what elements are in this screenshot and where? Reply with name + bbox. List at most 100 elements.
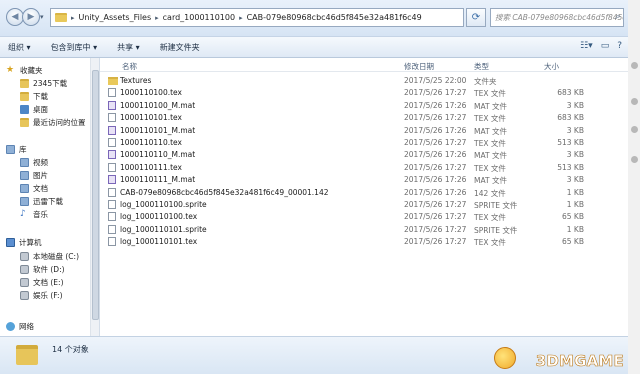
- background-window-edge: [628, 0, 640, 374]
- column-header-date[interactable]: 修改日期: [404, 61, 434, 72]
- nav-network[interactable]: 网络: [6, 320, 34, 332]
- nav-item-drive-e[interactable]: 文档 (E:): [20, 276, 64, 288]
- address-row: ◀ ▶ ▾ ▸ Unity_Assets_Files ▸ card_100011…: [0, 0, 628, 36]
- nav-item-pictures[interactable]: 图片: [20, 169, 48, 181]
- file-row[interactable]: 1000110101_M.mat 2017/5/26 17:26 MAT 文件 3 K…: [100, 124, 628, 137]
- nav-item-thunder-download[interactable]: 迅雷下载: [20, 195, 63, 207]
- nav-item-drive-f[interactable]: 娱乐 (F:): [20, 289, 63, 301]
- nav-scrollbar[interactable]: [90, 58, 99, 336]
- file-row[interactable]: 1000110100_M.mat 2017/5/26 17:26 MAT 文件 3 K…: [100, 99, 628, 112]
- file-row[interactable]: 1000110100.tex 2017/5/26 17:27 TEX 文件 683 K…: [100, 86, 628, 99]
- material-file-icon: [108, 150, 116, 160]
- status-bar: 14 个对象 3DMGAME: [0, 336, 628, 374]
- nav-scrollbar-thumb[interactable]: [92, 70, 99, 320]
- nav-label: 网络: [19, 321, 34, 331]
- nav-item-documents[interactable]: 文档: [20, 182, 48, 194]
- view-options-icon[interactable]: ☷▾: [580, 41, 593, 51]
- help-icon[interactable]: ?: [617, 41, 622, 51]
- command-toolbar: 组织 ▾ 包含到库中 ▾ 共享 ▾ 新建文件夹 ☷▾ ▭ ?: [0, 36, 628, 58]
- breadcrumb-item[interactable]: card_1000110100: [163, 13, 235, 22]
- file-name: log_1000110101.sprite: [120, 224, 207, 234]
- nav-label: 计算机: [19, 237, 42, 247]
- back-arrow-icon: ◀: [11, 12, 19, 22]
- breadcrumb-item[interactable]: Unity_Assets_Files: [79, 13, 152, 22]
- nav-item-drive-c[interactable]: 本地磁盘 (C:): [20, 250, 79, 262]
- breadcrumb[interactable]: ▸ Unity_Assets_Files ▸ card_1000110100 ▸…: [50, 8, 464, 27]
- file-type: SPRITE 文件: [474, 225, 518, 235]
- file-row[interactable]: 1000110111_M.mat 2017/5/26 17:26 MAT 文件 3 K…: [100, 173, 628, 186]
- new-folder-button[interactable]: 新建文件夹: [160, 42, 200, 53]
- picture-library-icon: [20, 170, 29, 180]
- file-type: MAT 文件: [474, 151, 507, 161]
- chevron-right-icon[interactable]: ▸: [155, 14, 159, 22]
- file-name: log_1000110101.tex: [120, 237, 198, 247]
- file-row[interactable]: CAB-079e80968cbc46d5f845e32a481f6c49_000…: [100, 186, 628, 199]
- refresh-button[interactable]: ⟳: [466, 8, 486, 27]
- nav-libraries[interactable]: 库: [6, 143, 27, 155]
- nav-label: 下载: [33, 91, 48, 101]
- chevron-right-icon[interactable]: ▸: [71, 14, 75, 22]
- preview-pane-icon[interactable]: ▭: [601, 41, 610, 51]
- computer-icon: [6, 237, 15, 247]
- nav-item-recent-places[interactable]: 最近访问的位置: [20, 116, 86, 128]
- nav-item-2345-download[interactable]: 2345下载: [20, 77, 67, 89]
- file-size: 65 KB: [562, 237, 584, 247]
- include-in-library-menu[interactable]: 包含到库中 ▾: [51, 42, 98, 53]
- file-name: 1000110111_M.mat: [120, 175, 196, 185]
- history-dropdown-icon[interactable]: ▾: [40, 13, 44, 21]
- forward-button[interactable]: ▶: [22, 8, 40, 26]
- file-type: 142 文件: [474, 188, 506, 198]
- breadcrumb-item[interactable]: CAB-079e80968cbc46d5f845e32a481f6c49: [247, 13, 422, 22]
- file-row[interactable]: 1000110101.tex 2017/5/26 17:27 TEX 文件 683 K…: [100, 111, 628, 124]
- search-input[interactable]: 搜索 CAB-079e80968cbc46d5f845e32a481f6c49 …: [490, 8, 624, 27]
- toolbar-right-icons: ☷▾ ▭ ?: [580, 41, 622, 51]
- nav-favorites[interactable]: ★ 收藏夹: [6, 64, 43, 76]
- file-row[interactable]: log_1000110101.sprite 2017/5/26 17:27 SPRI…: [100, 223, 628, 236]
- file-row[interactable]: 1000110111.tex 2017/5/26 17:27 TEX 文件 513 K…: [100, 161, 628, 174]
- organize-menu[interactable]: 组织 ▾: [8, 42, 31, 53]
- file-type: MAT 文件: [474, 101, 507, 111]
- file-row[interactable]: 1000110110_M.mat 2017/5/26 17:26 MAT 文件 3 K…: [100, 148, 628, 161]
- file-type: MAT 文件: [474, 126, 507, 136]
- nav-item-drive-d[interactable]: 软件 (D:): [20, 263, 65, 275]
- nav-label: 桌面: [33, 104, 48, 114]
- nav-item-desktop[interactable]: 桌面: [20, 103, 48, 115]
- file-row[interactable]: log_1000110100.sprite 2017/5/26 17:27 SPRI…: [100, 198, 628, 211]
- chevron-right-icon[interactable]: ▸: [239, 14, 243, 22]
- recent-places-icon: [20, 117, 29, 127]
- nav-item-music[interactable]: ♪ 音乐: [20, 208, 48, 220]
- file-size: 683 KB: [557, 113, 584, 123]
- library-icon: [6, 144, 15, 154]
- column-header-name[interactable]: 名称: [122, 61, 137, 72]
- file-row[interactable]: Textures 2017/5/25 22:00 文件夹: [100, 74, 628, 87]
- share-menu[interactable]: 共享 ▾: [117, 42, 140, 53]
- file-icon: [108, 113, 116, 123]
- star-icon: ★: [6, 64, 15, 75]
- nav-item-videos[interactable]: 视频: [20, 156, 48, 168]
- column-header-size[interactable]: 大小: [544, 61, 559, 72]
- drive-icon: [20, 277, 29, 287]
- file-type: MAT 文件: [474, 176, 507, 186]
- search-icon[interactable]: ⌕: [615, 12, 620, 22]
- file-size: 3 KB: [566, 150, 584, 160]
- nav-label: 本地磁盘 (C:): [33, 251, 79, 261]
- file-row[interactable]: log_1000110100.tex 2017/5/26 17:27 TEX 文件 6…: [100, 210, 628, 223]
- file-size: 3 KB: [566, 100, 584, 110]
- search-placeholder: 搜索 CAB-079e80968cbc46d5f845e32a481f6c49: [495, 13, 623, 22]
- network-icon: [6, 321, 15, 331]
- file-size: 3 KB: [566, 175, 584, 185]
- column-header-type[interactable]: 类型: [474, 61, 489, 72]
- background-icon: [631, 156, 638, 163]
- file-name: 1000110110_M.mat: [120, 150, 196, 160]
- file-size: 513 KB: [557, 138, 584, 147]
- file-date: 2017/5/26 17:27: [404, 200, 467, 209]
- nav-item-downloads[interactable]: 下载: [20, 90, 48, 102]
- file-type: TEX 文件: [474, 238, 506, 248]
- file-row[interactable]: 1000110110.tex 2017/5/26 17:27 TEX 文件 513 K…: [100, 136, 628, 149]
- drive-icon: [20, 264, 29, 274]
- file-row[interactable]: log_1000110101.tex 2017/5/26 17:27 TEX 文件 6…: [100, 235, 628, 248]
- nav-label: 库: [19, 144, 27, 154]
- nav-label: 软件 (D:): [33, 264, 65, 274]
- nav-computer[interactable]: 计算机: [6, 236, 42, 248]
- file-size: 1 KB: [566, 187, 584, 197]
